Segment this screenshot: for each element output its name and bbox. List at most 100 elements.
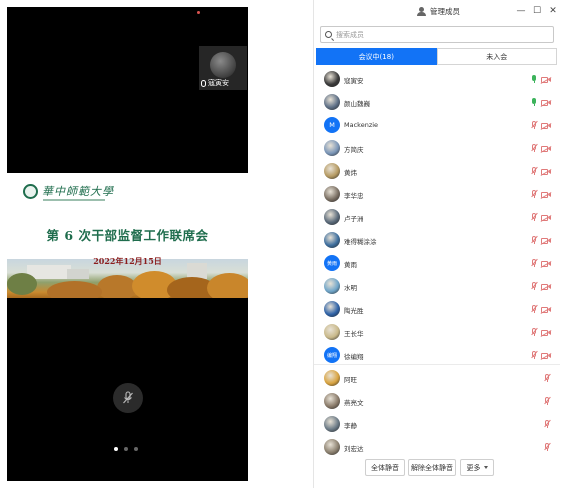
- participant-row[interactable]: 黄雨 黄雨: [314, 252, 560, 275]
- page-dot[interactable]: [114, 447, 118, 451]
- participant-name: 黄炜: [344, 169, 357, 177]
- mic-muted-icon[interactable]: [530, 143, 538, 153]
- mic-muted-icon[interactable]: [543, 373, 551, 383]
- unmute-all-button[interactable]: 解除全体静音: [408, 459, 456, 476]
- panel-titlebar: 管理成员 — ☐ ✕: [314, 0, 560, 24]
- participant-avatar: [324, 278, 340, 294]
- camera-off-icon[interactable]: [540, 261, 552, 268]
- participant-name: 徐编翔: [344, 353, 364, 361]
- close-button[interactable]: ✕: [547, 5, 559, 17]
- minimize-button[interactable]: —: [515, 5, 527, 17]
- participant-row[interactable]: 阿旺: [314, 367, 560, 390]
- participant-avatar: [324, 71, 340, 87]
- mic-muted-icon[interactable]: [530, 235, 538, 245]
- participant-row[interactable]: 王长华: [314, 321, 560, 344]
- secondary-video-area[interactable]: [7, 298, 248, 481]
- participant-name: 水明: [344, 284, 357, 292]
- participant-name: 阿旺: [344, 376, 357, 384]
- list-separator: [314, 364, 560, 365]
- mic-muted-icon[interactable]: [543, 442, 551, 452]
- participant-name: Mackenzie: [344, 121, 379, 129]
- camera-off-icon[interactable]: [540, 169, 552, 176]
- participant-row[interactable]: 黄炜: [314, 160, 560, 183]
- mic-muted-icon[interactable]: [530, 304, 538, 314]
- meeting-window: 寇寅安 華中師範大學 第 6 次干部监督工作联席会 2022年12月15日 管理…: [0, 0, 582, 488]
- participant-row[interactable]: 难得糊涂涂: [314, 229, 560, 252]
- page-dot[interactable]: [124, 447, 128, 451]
- self-avatar: [210, 52, 236, 78]
- panel-footer: 全体静音 解除全体静音 更多: [314, 456, 560, 482]
- participant-row[interactable]: 燕亮文: [314, 390, 560, 413]
- maximize-button[interactable]: ☐: [531, 5, 543, 17]
- mic-muted-icon[interactable]: [530, 281, 538, 291]
- camera-off-icon[interactable]: [540, 146, 552, 153]
- mic-on-icon[interactable]: [530, 98, 538, 107]
- mic-icon: [201, 79, 206, 87]
- participant-name: 卢子洲: [344, 215, 364, 223]
- participant-name: 黄雨: [344, 261, 357, 269]
- self-name: 寇寅安: [208, 79, 229, 87]
- slide-date: 2022年12月15日: [93, 256, 162, 266]
- mic-muted-icon[interactable]: [543, 396, 551, 406]
- university-seal-icon: [23, 183, 38, 199]
- tab-not-joined[interactable]: 未入会: [436, 48, 557, 65]
- chevron-down-icon: [483, 466, 488, 469]
- mic-muted-icon: [123, 391, 133, 404]
- mic-muted-icon[interactable]: [530, 350, 538, 360]
- camera-off-icon[interactable]: [540, 77, 552, 84]
- mic-muted-icon[interactable]: [530, 212, 538, 222]
- participant-name: 颜山魏巍: [344, 100, 370, 108]
- slide-title: 第 6 次干部监督工作联席会: [46, 228, 209, 243]
- participant-avatar: [324, 94, 340, 110]
- mute-status-button[interactable]: [113, 383, 143, 413]
- camera-off-icon[interactable]: [540, 353, 552, 360]
- tab-in-meeting[interactable]: 会议中(18): [316, 48, 437, 65]
- camera-off-icon[interactable]: [540, 100, 552, 107]
- mic-muted-icon[interactable]: [530, 327, 538, 337]
- participant-avatar: [324, 140, 340, 156]
- participant-row[interactable]: 方简庆: [314, 137, 560, 160]
- participant-row[interactable]: M Mackenzie: [314, 114, 560, 137]
- participant-row[interactable]: 颜山魏巍: [314, 91, 560, 114]
- recording-dot-icon: [197, 11, 200, 14]
- mic-muted-icon[interactable]: [530, 189, 538, 199]
- self-video-tile[interactable]: 寇寅安: [199, 46, 247, 90]
- search-icon: [325, 31, 332, 38]
- participant-row[interactable]: 寇寅安: [314, 68, 560, 91]
- participant-row[interactable]: 水明: [314, 275, 560, 298]
- page-indicator: [114, 447, 138, 451]
- participant-row[interactable]: 李华忠: [314, 183, 560, 206]
- participant-avatar: 黄雨: [324, 255, 340, 271]
- member-tabs: 会议中(18) 未入会: [316, 48, 557, 65]
- camera-off-icon[interactable]: [540, 238, 552, 245]
- camera-off-icon[interactable]: [540, 123, 552, 130]
- participant-name: 陶光胜: [344, 307, 364, 315]
- participant-row[interactable]: 陶光胜: [314, 298, 560, 321]
- participant-row[interactable]: 李静: [314, 413, 560, 436]
- more-button-label: 更多: [466, 463, 481, 472]
- camera-off-icon[interactable]: [540, 192, 552, 199]
- mic-muted-icon[interactable]: [530, 120, 538, 130]
- main-video-area[interactable]: 寇寅安: [7, 7, 248, 173]
- mic-on-icon[interactable]: [530, 75, 538, 84]
- university-logo-text: 華中師範大學: [42, 185, 114, 198]
- more-button[interactable]: 更多: [460, 459, 494, 476]
- member-search-box[interactable]: [320, 26, 554, 43]
- university-logo: 華中師範大學: [23, 183, 114, 199]
- participant-name: 王长华: [344, 330, 364, 338]
- camera-off-icon[interactable]: [540, 307, 552, 314]
- participant-avatar: [324, 209, 340, 225]
- camera-off-icon[interactable]: [540, 215, 552, 222]
- mic-muted-icon[interactable]: [530, 258, 538, 268]
- mute-all-button[interactable]: 全体静音: [365, 459, 405, 476]
- mic-muted-icon[interactable]: [543, 419, 551, 429]
- page-dot[interactable]: [134, 447, 138, 451]
- camera-off-icon[interactable]: [540, 284, 552, 291]
- participant-avatar: [324, 301, 340, 317]
- participant-name: 刘宏达: [344, 445, 364, 453]
- member-search-input[interactable]: [336, 30, 536, 39]
- mic-muted-icon[interactable]: [530, 166, 538, 176]
- participant-name: 寇寅安: [344, 77, 364, 85]
- participant-row[interactable]: 卢子洲: [314, 206, 560, 229]
- camera-off-icon[interactable]: [540, 330, 552, 337]
